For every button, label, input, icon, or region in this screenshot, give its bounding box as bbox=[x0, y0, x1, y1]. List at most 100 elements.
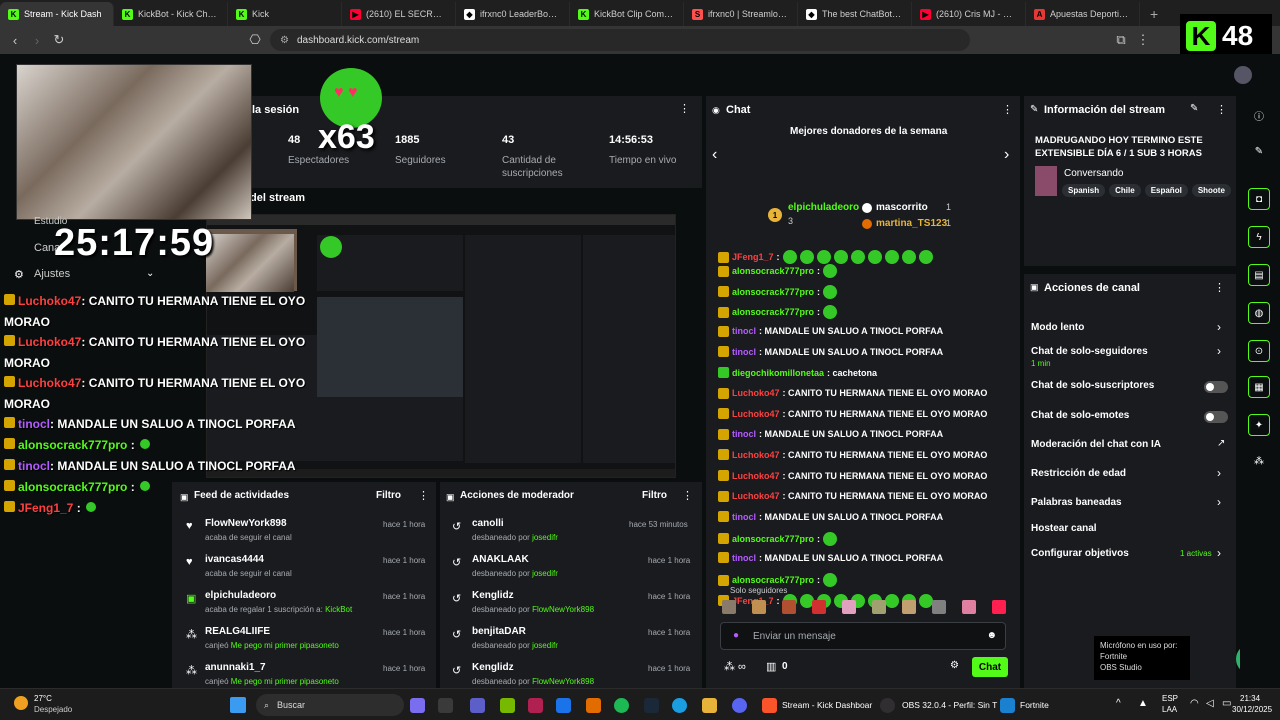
forward-icon[interactable]: › bbox=[26, 29, 48, 51]
browser-tab[interactable]: A Apuestas Deportivas - bbox=[1026, 2, 1140, 26]
chat-username[interactable]: Luchoko47 bbox=[732, 491, 780, 501]
taskbar-app-kick[interactable]: Stream - Kick Dashboar bbox=[782, 700, 872, 710]
chevron-down-icon[interactable]: ⌄ bbox=[146, 268, 154, 279]
browser-tab[interactable]: K Kick bbox=[228, 2, 342, 26]
calendar-icon[interactable]: ▦ bbox=[1248, 376, 1270, 398]
wifi-icon[interactable]: ◠ bbox=[1190, 698, 1199, 709]
chat-username[interactable]: JFeng1_7 bbox=[732, 252, 774, 262]
panel-menu-icon[interactable]: ⋮ bbox=[1214, 281, 1225, 294]
mic-tray-icon[interactable]: ▲ bbox=[1138, 698, 1148, 709]
chat-username[interactable]: Luchoko47 bbox=[732, 409, 780, 419]
emote-option-icon[interactable] bbox=[812, 600, 826, 614]
donor-name[interactable]: martina_TS123 bbox=[876, 218, 947, 229]
mod-filter-button[interactable]: Filtro bbox=[642, 490, 667, 501]
channel-action-hostear-canal[interactable]: Hostear canal bbox=[1031, 523, 1097, 534]
taskbar-search[interactable]: ⌕ Buscar bbox=[256, 694, 404, 716]
app-icon[interactable] bbox=[528, 698, 543, 713]
chevron-right-icon[interactable]: › bbox=[1217, 495, 1221, 509]
emote-option-icon[interactable] bbox=[872, 600, 886, 614]
extensions-icon[interactable]: ⧉ bbox=[1110, 29, 1132, 51]
more-icon[interactable]: ⁂ bbox=[1248, 450, 1270, 472]
tray-chevron-icon[interactable]: ^ bbox=[1116, 698, 1121, 709]
edit-icon[interactable]: ✎ bbox=[1190, 103, 1198, 114]
browser-tab[interactable]: ◆ ifrxnc0 LeaderBoard | T bbox=[456, 2, 570, 26]
mod-by-user[interactable]: FlowNewYork898 bbox=[532, 677, 594, 686]
toggle-switch[interactable] bbox=[1204, 411, 1228, 423]
panel-menu-icon[interactable]: ⋮ bbox=[1216, 103, 1227, 116]
doc-icon[interactable]: ▤ bbox=[1248, 264, 1270, 286]
chat-input[interactable]: ● Enviar un mensaje ☻ bbox=[720, 622, 1006, 650]
spotify-icon[interactable] bbox=[614, 698, 629, 713]
channel-action-restricci-n-de-edad[interactable]: Restricción de edad bbox=[1031, 468, 1126, 479]
emote-option-icon[interactable] bbox=[782, 600, 796, 614]
chat-username[interactable]: Luchoko47 bbox=[732, 388, 780, 398]
teams-icon[interactable] bbox=[470, 698, 485, 713]
chat-username[interactable]: alonsocrack777pro bbox=[732, 266, 814, 276]
channel-action-chat-de-solo-seguidores[interactable]: Chat de solo-seguidores bbox=[1031, 346, 1148, 357]
browser-tab[interactable]: ◆ The best ChatBot and bbox=[798, 2, 912, 26]
emote-icon[interactable]: ☻ bbox=[986, 630, 997, 641]
channel-action-moderaci-n-del-chat-con-ia[interactable]: Moderación del chat con IA bbox=[1031, 439, 1161, 450]
taskbar-app-fortnite[interactable]: Fortnite bbox=[1020, 700, 1049, 710]
browser-tab[interactable]: K Stream - Kick Dash bbox=[0, 2, 114, 26]
chat-username[interactable]: tinocl bbox=[732, 553, 756, 563]
sidebar-item-ajustes[interactable]: Ajustes bbox=[34, 268, 70, 280]
emote-option-icon[interactable] bbox=[902, 600, 916, 614]
activity-user[interactable]: ivancas4444 bbox=[205, 554, 264, 565]
new-tab-button[interactable]: + bbox=[1140, 2, 1168, 26]
emote-option-icon[interactable] bbox=[992, 600, 1006, 614]
stream-tag[interactable]: Chile bbox=[1109, 184, 1141, 197]
chat-username[interactable]: tinocl bbox=[732, 326, 756, 336]
activity-user[interactable]: REALG4LIIFE bbox=[205, 626, 270, 637]
ableton-icon[interactable] bbox=[586, 698, 601, 713]
chevron-right-icon[interactable]: › bbox=[1217, 320, 1221, 334]
panel-menu-icon[interactable]: ⋮ bbox=[1002, 103, 1013, 116]
activity-filter-button[interactable]: Filtro bbox=[376, 490, 401, 501]
start-button[interactable] bbox=[230, 697, 246, 713]
panel-menu-icon[interactable]: ⋮ bbox=[418, 489, 429, 502]
browser-tab[interactable]: K KickBot Clip Command bbox=[570, 2, 684, 26]
chevron-right-icon[interactable]: › bbox=[1217, 344, 1221, 358]
gift-icon[interactable]: ▥ bbox=[766, 660, 776, 673]
activity-desc-link[interactable]: KickBot bbox=[325, 605, 352, 614]
steam-icon[interactable] bbox=[644, 698, 659, 713]
emote-option-icon[interactable] bbox=[962, 600, 976, 614]
points-icon[interactable]: ⁂ ∞ bbox=[724, 660, 746, 673]
mod-by-user[interactable]: josedifr bbox=[532, 641, 558, 650]
chevron-right-icon[interactable]: › bbox=[1217, 546, 1221, 560]
activity-user[interactable]: FlowNewYork898 bbox=[205, 518, 287, 529]
chat-username[interactable]: tinocl bbox=[732, 512, 756, 522]
chevron-right-icon[interactable]: › bbox=[1217, 466, 1221, 480]
browser-tab[interactable]: Sifrxnc0 | Streamloots | bbox=[684, 2, 798, 26]
stream-tag[interactable]: Español bbox=[1144, 184, 1188, 197]
emote-option-icon[interactable] bbox=[752, 600, 766, 614]
browser-tab[interactable]: K KickBot - Kick Chatbo bbox=[114, 2, 228, 26]
activity-user[interactable]: anunnaki1_7 bbox=[205, 662, 266, 673]
toggle-switch[interactable] bbox=[1204, 381, 1228, 393]
mic-icon[interactable]: ● bbox=[733, 630, 739, 641]
lang-label-2[interactable]: LAA bbox=[1162, 705, 1177, 714]
camera-icon[interactable]: ◘ bbox=[1248, 188, 1270, 210]
activity-user[interactable]: elpichuladeoro bbox=[205, 590, 276, 601]
address-bar[interactable]: ⚙ dashboard.kick.com/stream bbox=[270, 29, 970, 51]
obs-icon[interactable] bbox=[880, 698, 895, 713]
clock-date[interactable]: 30/12/2025 bbox=[1232, 705, 1272, 714]
nvidia-icon[interactable] bbox=[500, 698, 515, 713]
external-link-icon[interactable]: ↗ bbox=[1217, 438, 1225, 449]
chat-username[interactable]: Luchoko47 bbox=[732, 450, 780, 460]
bolt-icon[interactable]: ϟ bbox=[1248, 226, 1270, 248]
folder-icon[interactable] bbox=[702, 698, 717, 713]
wrench-icon[interactable]: ✦ bbox=[1248, 414, 1270, 436]
info-icon[interactable]: ⓘ bbox=[1248, 104, 1270, 126]
taskview-icon[interactable] bbox=[438, 698, 453, 713]
chat-username[interactable]: alonsocrack777pro bbox=[732, 575, 814, 585]
panel-menu-icon[interactable]: ⋮ bbox=[679, 102, 690, 115]
mod-by-user[interactable]: josedifr bbox=[532, 569, 558, 578]
browser-tab[interactable]: ▶ (2610) Cris MJ - Botell bbox=[912, 2, 1026, 26]
chat-username[interactable]: diegochikomillonetaa bbox=[732, 368, 824, 378]
battery-icon[interactable]: ▭ bbox=[1222, 698, 1231, 709]
chat-settings-icon[interactable]: ⚙ bbox=[950, 660, 959, 671]
chat-username[interactable]: alonsocrack777pro bbox=[732, 307, 814, 317]
donor-name[interactable]: elpichuladeoro bbox=[788, 202, 859, 213]
emote-option-icon[interactable] bbox=[842, 600, 856, 614]
